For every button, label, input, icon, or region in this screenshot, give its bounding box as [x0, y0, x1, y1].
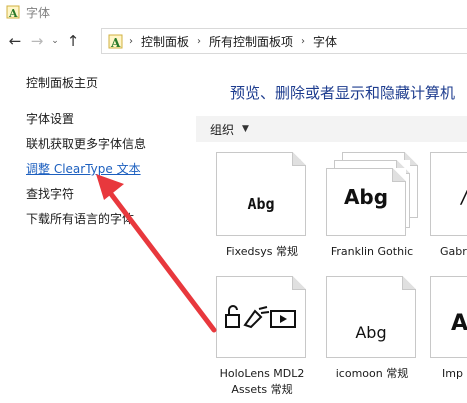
recent-locations-chevron-icon[interactable]: ⌄: [48, 30, 62, 52]
font-tile-hololens-mdl2[interactable]: [214, 276, 310, 376]
font-sample-text: /: [431, 187, 467, 208]
control-panel-home-link[interactable]: 控制面板主页: [26, 74, 98, 91]
find-character-link[interactable]: 查找字符: [26, 185, 74, 202]
font-tile-impact[interactable]: A: [430, 276, 467, 376]
breadcrumb-chevron-icon[interactable]: ›: [129, 36, 133, 47]
font-sample-text: A: [451, 311, 467, 336]
font-sample-text: Abg: [247, 195, 275, 213]
window-title: 字体: [26, 5, 51, 20]
font-tile-icomoon[interactable]: Abg: [324, 276, 420, 376]
forward-arrow-icon[interactable]: →: [26, 30, 48, 52]
font-tile-gabriola[interactable]: /: [430, 152, 467, 252]
page-heading: 预览、删除或者显示和隐藏计算机: [230, 84, 456, 102]
command-bar: 组织 ▼: [196, 116, 467, 142]
font-preview-page: /: [430, 152, 467, 236]
sidebar: 控制面板主页 字体设置 联机获取更多字体信息 调整 ClearType 文本 查…: [0, 56, 196, 403]
fonts-folder-icon: A: [108, 34, 123, 49]
download-all-language-fonts-link[interactable]: 下载所有语言的字体: [26, 210, 134, 227]
font-name-label: Fixedsys 常规: [226, 245, 298, 258]
back-arrow-icon[interactable]: ←: [4, 30, 26, 52]
breadcrumb-all-items[interactable]: 所有控制面板项: [209, 33, 293, 50]
font-name-label-line1: HoloLens MDL2: [219, 367, 305, 380]
title-bar: A 字体: [0, 0, 467, 24]
svg-text:A: A: [8, 7, 18, 19]
font-tile-fixedsys[interactable]: Abg: [214, 152, 310, 252]
breadcrumb-chevron-icon[interactable]: ›: [197, 36, 201, 47]
font-preview-page: A: [430, 276, 467, 358]
address-bar[interactable]: A › 控制面板 › 所有控制面板项 › 字体: [101, 28, 467, 54]
font-tile-franklin-gothic[interactable]: Abg: [324, 152, 420, 252]
organize-button[interactable]: 组织: [210, 121, 234, 138]
font-name-label-line2: Assets 常规: [231, 383, 293, 396]
font-preview-page: Abg: [216, 152, 306, 236]
get-more-font-info-link[interactable]: 联机获取更多字体信息: [26, 135, 146, 152]
breadcrumb-fonts[interactable]: 字体: [313, 33, 337, 50]
breadcrumb-control-panel[interactable]: 控制面板: [141, 33, 189, 50]
font-sample-text: Abg: [355, 323, 387, 342]
font-name-label: Imp: [442, 367, 463, 380]
font-preview-page: Abg: [326, 276, 416, 358]
breadcrumb-chevron-icon[interactable]: ›: [301, 36, 305, 47]
up-arrow-icon[interactable]: ↑: [62, 30, 84, 52]
font-settings-link[interactable]: 字体设置: [26, 110, 74, 127]
organize-dropdown-icon[interactable]: ▼: [242, 124, 249, 134]
font-name-label: Franklin Gothic: [330, 245, 414, 258]
font-preview-page: [216, 276, 306, 358]
main-content: 预览、删除或者显示和隐藏计算机 组织 ▼ Abg Fixedsys 常规 Abg…: [196, 56, 467, 403]
font-preview-page: Abg: [326, 168, 406, 236]
navigation-bar: ← → ⌄ ↑ A › 控制面板 › 所有控制面板项 › 字体: [0, 28, 467, 54]
fonts-folder-icon: A: [6, 5, 20, 19]
svg-text:A: A: [110, 36, 121, 49]
font-sample-text: Abg: [343, 185, 389, 209]
font-name-label: Gabr: [440, 245, 467, 258]
font-name-label: icomoon 常规: [335, 367, 409, 380]
adjust-cleartype-link[interactable]: 调整 ClearType 文本: [26, 160, 141, 177]
symbol-glyphs-icon: [225, 305, 296, 329]
